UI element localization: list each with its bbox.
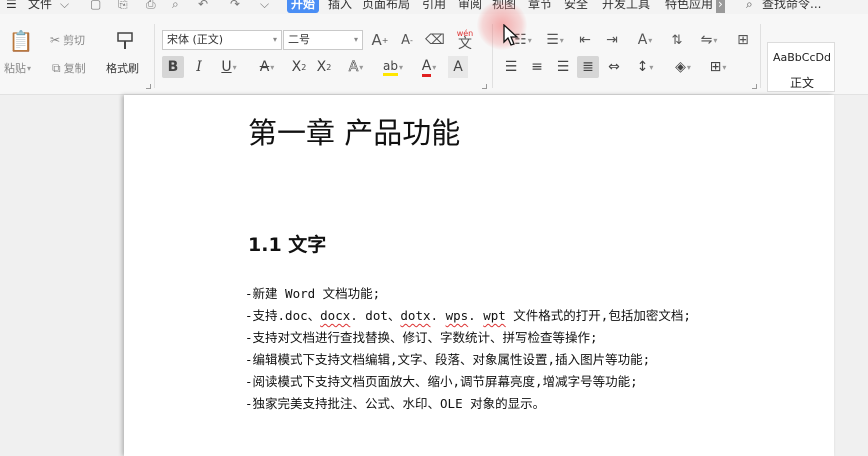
chevron-down-icon: ▾ [272,35,277,44]
chevron-down-icon[interactable]: ⌵ [260,0,269,13]
undo-icon[interactable]: ↶ [198,0,208,13]
misspelled-word[interactable]: dotx [400,308,430,323]
chapter-heading[interactable]: 第一章 产品功能 [248,110,460,152]
italic-button[interactable]: I [189,56,209,78]
change-case-button[interactable]: A ▾ [630,29,660,51]
borders-button[interactable]: ⊞ ▾ [703,56,733,78]
format-painter-button[interactable]: 格式刷 [106,60,139,76]
document-page[interactable]: 第一章 产品功能 1.1 文字 -新建 Word 文档功能; -支持.doc、do… [124,95,834,456]
font-size-value: 二号 [288,33,310,46]
highlight-button[interactable]: ab ▾ [377,56,409,78]
pointer-highlight [477,0,527,50]
paragraph-line[interactable]: -阅读模式下支持文档页面放大、缩小,调节屏幕亮度,增减字号等功能; [245,371,691,393]
section-heading[interactable]: 1.1 文字 [248,230,326,257]
command-search[interactable]: 查找命令... [762,0,821,13]
sort-icon[interactable]: ⇅ [666,29,688,51]
table-icon[interactable]: ⊞ [732,29,754,51]
misspelled-word[interactable]: wps [446,308,469,323]
paste-button[interactable]: 粘贴 ▾ [4,60,31,76]
distribute-icon[interactable]: ⇔ [603,56,625,78]
subscript-button[interactable]: X2 [313,56,335,78]
tab-chapter[interactable]: 章节 [528,0,552,13]
char-shading-button[interactable]: A [448,56,468,78]
dialog-launcher-icon[interactable] [146,84,151,89]
align-center-icon[interactable]: ≡ [526,56,548,78]
group-divider [154,24,155,88]
tab-home[interactable]: 开始 [287,0,320,13]
grow-font-icon[interactable]: A + [370,29,390,51]
style-sample: AaBbCcDd [773,51,831,64]
shading-button[interactable]: ◈ ▾ [668,56,698,78]
align-left-icon[interactable]: ☰ [500,56,522,78]
group-divider [760,24,761,88]
paste-label: 粘贴 [4,62,26,75]
paragraph-line[interactable]: -编辑模式下支持文档编辑,文字、段落、对象属性设置,插入图片等功能; [245,349,691,371]
menu-bar: ☰ 文件 ⌵ ▢ ⎘ ⎙ ⌕ ↶ ↷ ⌵ 开始 插入 页面布局 引用 审阅 视图… [0,0,868,14]
paragraph-line[interactable]: -独家完美支持批注、公式、水印、OLE 对象的显示。 [245,393,691,415]
chevron-down-icon: ▾ [27,63,32,73]
show-marks-button[interactable]: ⇋ ▾ [694,29,724,51]
font-family-value: 宋体 (正文) [167,33,224,46]
line-spacing-button[interactable]: ↕ ▾ [630,56,660,78]
pinyin-icon: 文 [458,36,472,52]
justify-icon[interactable]: ≣ [577,56,599,78]
file-menu[interactable]: 文件 [28,0,52,13]
hamburger-icon[interactable]: ☰ [6,0,17,13]
copy-button[interactable]: ⧉ 复制 [52,60,86,76]
style-name: 正文 [789,76,814,90]
tab-review[interactable]: 审阅 [458,0,482,13]
search-icon[interactable]: ⌕ [746,0,753,13]
tab-page-layout[interactable]: 页面布局 [362,0,410,13]
more-tabs-arrow-icon[interactable]: › [716,0,725,13]
misspelled-word[interactable]: docx [320,308,350,323]
copy-icon: ⧉ [52,60,61,75]
document-canvas[interactable]: 第一章 产品功能 1.1 文字 -新建 Word 文档功能; -支持.doc、do… [0,95,868,456]
chevron-down-icon[interactable]: ⌵ [60,0,69,13]
numbered-list-button[interactable]: ☰ ▾ [540,29,570,51]
paragraph-line[interactable]: -支持对文档进行查找替换、修订、字数统计、拼写检查等操作; [245,327,691,349]
copy-label: 复制 [63,62,86,75]
font-family-select[interactable]: 宋体 (正文) ▾ [162,30,282,50]
align-right-icon[interactable]: ☰ [552,56,574,78]
superscript-button[interactable]: X2 [288,56,310,78]
underline-button[interactable]: U ▾ [214,56,244,78]
bold-button[interactable]: B [162,56,184,78]
clear-format-icon[interactable]: ⌫ [424,29,446,51]
print-icon[interactable]: ⎙ [146,0,156,13]
pinyin-guide-button[interactable]: wén 文 [452,26,478,52]
paragraph-line[interactable]: -支持.doc、docx. dot、dotx. wps. wpt 文件格式的打开… [245,305,691,327]
redo-icon[interactable]: ↷ [230,0,240,13]
tab-security[interactable]: 安全 [564,0,588,13]
ribbon-home: 📋 粘贴 ▾ ✂ 剪切 ⧉ 复制 格式刷 宋体 (正文) ▾ 二号 ▾ A + A- ⌫… [0,14,868,95]
paste-icon[interactable]: 📋 [8,28,34,54]
text-effect-button[interactable]: A ▾ [341,56,371,78]
tab-insert[interactable]: 插入 [328,0,352,13]
format-painter-icon[interactable] [112,28,138,54]
tab-developer[interactable]: 开发工具 [602,0,650,13]
chevron-down-icon: ▾ [353,35,358,44]
style-normal[interactable]: AaBbCcDd 正文 [767,42,835,92]
font-color-button[interactable]: A ▾ [414,56,444,78]
new-doc-icon[interactable]: ▢ [90,0,101,13]
shrink-font-icon[interactable]: A- [397,29,417,51]
cut-button[interactable]: ✂ 剪切 [50,32,85,48]
paragraph-line[interactable]: -新建 Word 文档功能; [245,283,691,305]
dialog-launcher-icon[interactable] [482,84,487,89]
preview-icon[interactable]: ⌕ [172,0,179,13]
mouse-pointer-icon [503,23,519,49]
body-text[interactable]: -新建 Word 文档功能; -支持.doc、docx. dot、dotx. wp… [245,283,691,415]
strikethrough-button[interactable]: A ▾ [252,56,282,78]
increase-indent-icon[interactable]: ⇥ [601,29,623,51]
dialog-launcher-icon[interactable] [752,84,757,89]
tab-references[interactable]: 引用 [422,0,446,13]
font-size-select[interactable]: 二号 ▾ [283,30,363,50]
tab-special[interactable]: 特色应用 [665,0,713,13]
open-icon[interactable]: ⎘ [118,0,128,13]
cut-label: 剪切 [63,34,86,47]
misspelled-word[interactable]: wpt [483,308,506,323]
scissors-icon: ✂ [50,33,61,47]
decrease-indent-icon[interactable]: ⇤ [574,29,596,51]
